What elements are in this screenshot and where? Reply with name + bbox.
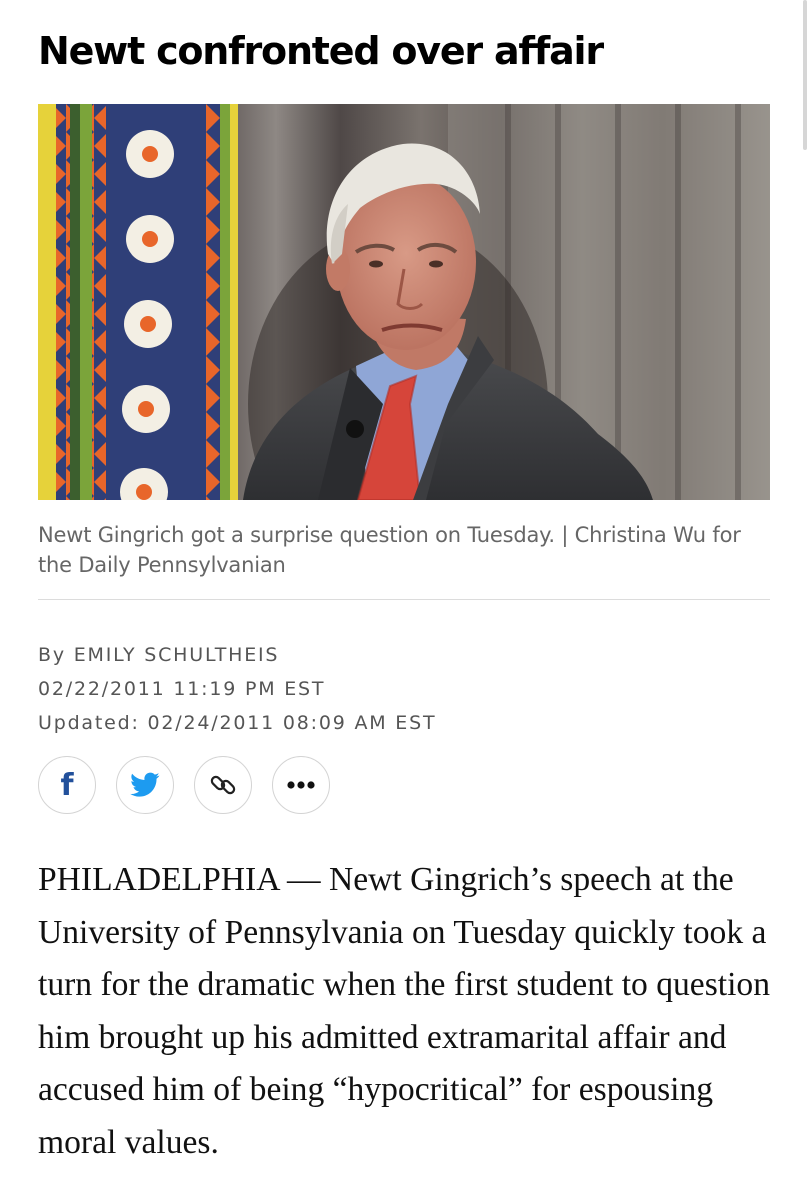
- share-twitter-button[interactable]: [116, 756, 174, 814]
- article-meta: By EMILY SCHULTHEIS 02/22/2011 11:19 PM …: [38, 638, 436, 740]
- facebook-icon: f: [60, 768, 74, 803]
- photo-caption: Newt Gingrich got a surprise question on…: [38, 523, 741, 577]
- share-bar: f: [38, 756, 330, 814]
- article-body: PHILADELPHIA — Newt Gingrich’s speech at…: [38, 861, 771, 1161]
- scrollbar-thumb[interactable]: [803, 0, 807, 150]
- more-icon: [287, 781, 315, 789]
- link-icon: [210, 775, 236, 795]
- scrollbar[interactable]: [800, 0, 808, 1200]
- byline: By EMILY SCHULTHEIS: [38, 644, 280, 666]
- updated-date: Updated: 02/24/2011 08:09 AM EST: [38, 712, 437, 734]
- copy-link-button[interactable]: [194, 756, 252, 814]
- published-date: 02/22/2011 11:19 PM EST: [38, 678, 326, 700]
- twitter-icon: [130, 772, 160, 797]
- divider: [38, 599, 770, 600]
- headline: Newt confronted over affair: [38, 29, 604, 73]
- article-photo: [38, 104, 770, 500]
- share-facebook-button[interactable]: f: [38, 756, 96, 814]
- more-options-button[interactable]: [272, 756, 330, 814]
